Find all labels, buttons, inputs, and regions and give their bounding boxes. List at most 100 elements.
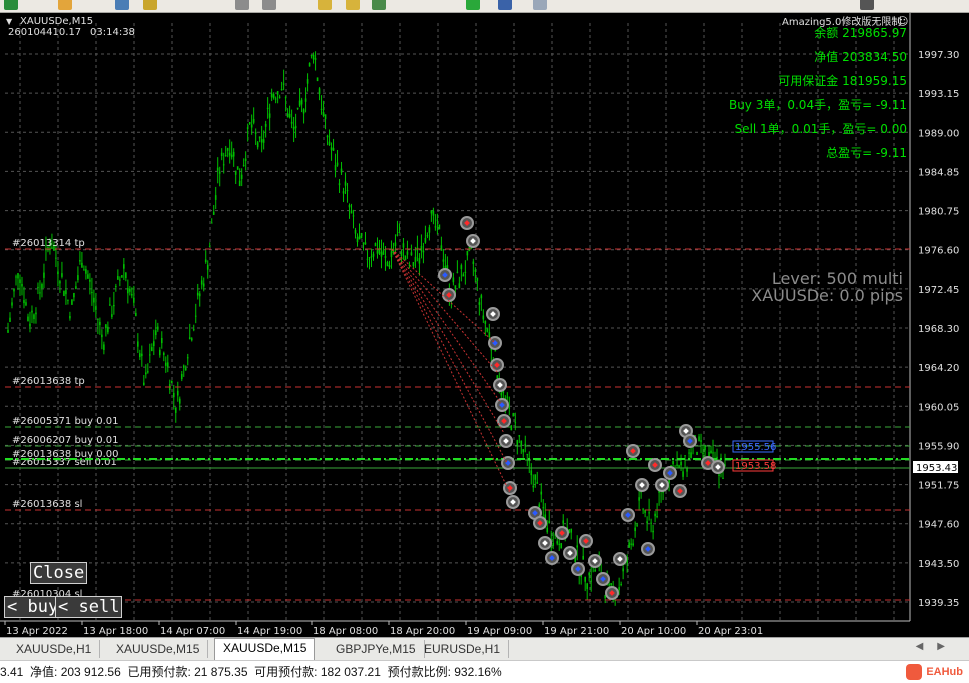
- candle-body: [139, 353, 141, 358]
- candle-body: [440, 245, 443, 251]
- candle-body: [522, 449, 525, 453]
- tab-xauusde-m15-active[interactable]: XAUUSDe,M15: [214, 638, 316, 660]
- candle-body: [133, 297, 135, 303]
- candle-body: [95, 306, 97, 310]
- candle-body: [244, 158, 247, 161]
- toolbar-icon[interactable]: [115, 0, 129, 10]
- add-indicator-icon[interactable]: [466, 0, 480, 10]
- candle-body: [258, 136, 261, 139]
- candle-body: [426, 235, 429, 237]
- tab-xauusde-h1[interactable]: XAUUSDe,H1: [8, 640, 101, 658]
- candle-body: [266, 107, 269, 109]
- x-axis-labels: 13 Apr 2022 13 Apr 18:00 14 Apr 07:00 14 Ap…: [4, 621, 763, 637]
- candle-body: [310, 54, 313, 57]
- candle-body: [248, 121, 251, 124]
- ea-free-margin: 可用保证金 181959.15: [778, 73, 907, 88]
- candle-body: [546, 527, 549, 533]
- status-bar: 3.41 净值: 203 912.56 已用预付款: 21 875.35 可用预…: [0, 660, 969, 683]
- x-tick-label: 20 Apr 10:00: [621, 626, 686, 637]
- chart-area[interactable]: #26013314 tp #26013638 tp #26005371 buy 0.…: [0, 13, 969, 637]
- ea-balance: 余额 219865.97: [814, 25, 907, 40]
- candle-body: [718, 474, 720, 476]
- candle-body: [652, 530, 654, 533]
- candle-body: [83, 269, 85, 271]
- candle-body: [520, 440, 523, 446]
- candle-body: [330, 147, 333, 151]
- candle-body: [388, 265, 391, 268]
- candle-body: [164, 362, 167, 366]
- zoom-out-icon[interactable]: [346, 0, 360, 10]
- candle-body: [41, 284, 43, 289]
- candle-body: [394, 242, 397, 247]
- candle-body: [336, 162, 339, 166]
- y-tick-label: 1951.75: [918, 481, 959, 492]
- buy-button-label: buy: [27, 597, 59, 617]
- tab-xauusde-m15[interactable]: XAUUSDe,M15: [108, 640, 209, 658]
- candle-body: [512, 413, 515, 417]
- sell-button[interactable]: < sell: [55, 596, 123, 618]
- tab-scroll-arrows[interactable]: ◀▶: [916, 641, 959, 652]
- period-icon[interactable]: [498, 0, 512, 10]
- candle-body: [123, 264, 125, 269]
- template-icon[interactable]: [533, 0, 547, 10]
- candle-body: [141, 353, 143, 357]
- x-tick-label: 13 Apr 18:00: [83, 626, 148, 637]
- order-label: #26013638 tp: [12, 376, 85, 387]
- candle-body: [316, 77, 319, 82]
- candle-body: [33, 314, 35, 320]
- candle-body: [682, 471, 684, 477]
- candle-body: [332, 148, 335, 151]
- candle-body: [506, 396, 509, 398]
- candle-body: [11, 302, 13, 306]
- candle-body: [7, 329, 9, 333]
- candle-body: [101, 334, 103, 338]
- candle-body: [634, 527, 636, 532]
- candle-body: [174, 407, 177, 413]
- candle-body: [648, 512, 650, 514]
- candle-body: [160, 337, 163, 344]
- candle-body: [430, 210, 433, 214]
- autotrading-icon[interactable]: [143, 0, 157, 10]
- toolbar-icon[interactable]: [58, 0, 72, 10]
- order-label: #26006207 buy 0.01: [12, 435, 119, 446]
- candle-body: [176, 390, 179, 396]
- price-chart[interactable]: #26013314 tp #26013638 tp #26005371 buy 0.…: [0, 13, 969, 637]
- candle-body: [712, 452, 714, 454]
- grid-icon[interactable]: [372, 0, 386, 10]
- cursor-icon[interactable]: [860, 0, 874, 10]
- candle-body: [178, 398, 181, 404]
- candle-body: [250, 124, 253, 128]
- candle-body: [360, 232, 363, 239]
- buy-button[interactable]: < buy: [4, 596, 62, 618]
- candle-body: [708, 451, 710, 457]
- y-tick-label: 1984.85: [918, 167, 959, 178]
- close-all-button[interactable]: Close: [30, 562, 88, 584]
- chart-type-icon[interactable]: [235, 0, 249, 10]
- candle-body: [536, 482, 539, 484]
- candle-body: [590, 580, 592, 582]
- candle-body: [170, 380, 173, 383]
- status-margin-level: 预付款比例: 932.16%: [387, 665, 502, 679]
- chart-type-icon[interactable]: [262, 0, 276, 10]
- candle-body: [478, 302, 481, 305]
- candle-body: [91, 292, 93, 294]
- candle-body: [280, 89, 283, 91]
- candle-body: [644, 510, 646, 513]
- y-axis-labels: 1997.30 1993.15 1989.00 1984.85 1980.75 1976.…: [918, 50, 959, 609]
- candle-body: [362, 242, 365, 245]
- candle-body: [220, 152, 223, 157]
- candle-body: [147, 371, 149, 373]
- zoom-in-icon[interactable]: [318, 0, 332, 10]
- candle-body: [57, 271, 59, 275]
- candle-body: [240, 174, 243, 179]
- tab-eurusde-h1[interactable]: EURUSDe,H1: [416, 640, 510, 658]
- candle-body: [186, 357, 189, 359]
- new-order-icon[interactable]: [4, 0, 18, 10]
- tab-gbpjpye-m15[interactable]: GBPJPYe,M15: [328, 640, 425, 658]
- candle-body: [184, 368, 187, 371]
- candle-body: [188, 337, 191, 339]
- candle-body: [204, 259, 207, 263]
- candle-body: [214, 195, 217, 200]
- candle-body: [384, 256, 387, 258]
- candle-body: [166, 362, 169, 368]
